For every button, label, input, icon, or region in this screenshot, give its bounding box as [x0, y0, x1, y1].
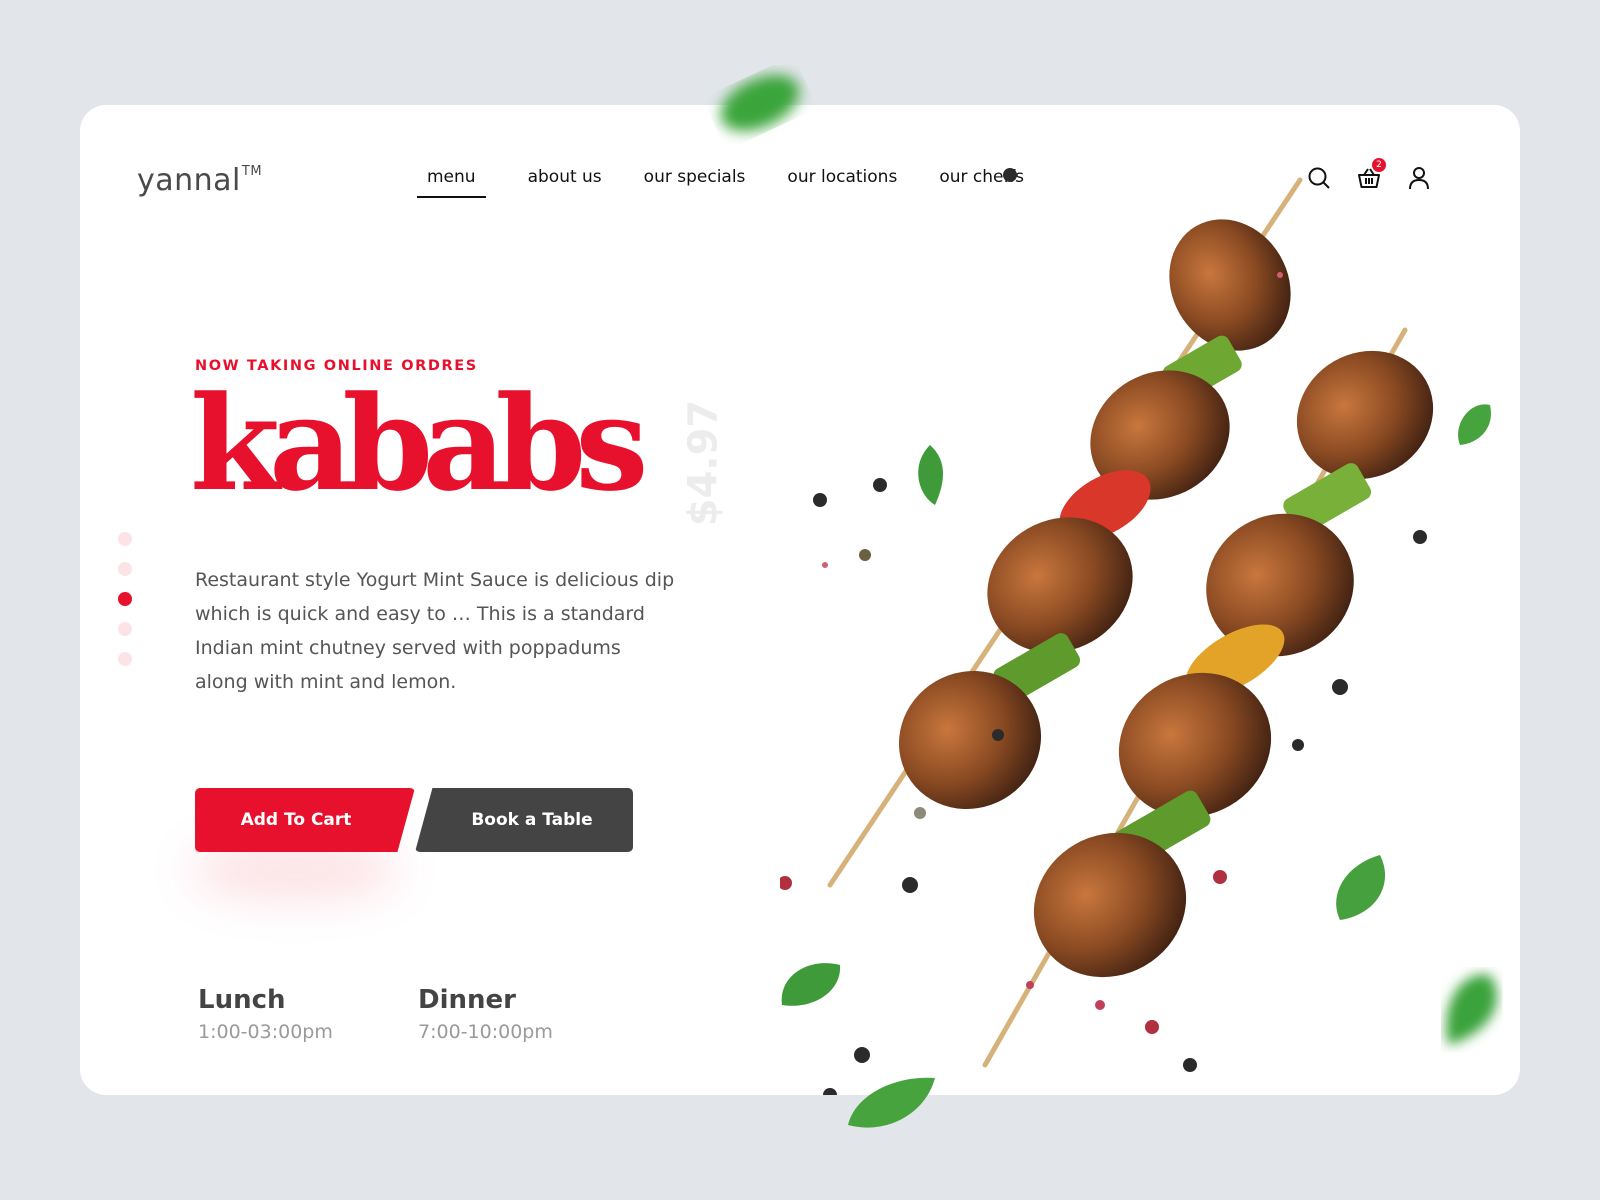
slider-dot-active[interactable]: [118, 592, 132, 606]
lunch-time: 1:00-03:00pm: [198, 1021, 333, 1043]
slider-dot[interactable]: [118, 622, 132, 636]
nav-item-about-us[interactable]: about us: [528, 167, 602, 194]
add-to-cart-button[interactable]: Add To Cart: [195, 788, 415, 852]
brand-name: yannal: [137, 163, 241, 198]
blurred-leaf-top: [720, 74, 800, 132]
slider-dot[interactable]: [118, 652, 132, 666]
trademark-mark: TM: [241, 164, 263, 179]
slider-dots: [118, 532, 132, 666]
nav-item-menu[interactable]: menu: [417, 167, 486, 198]
book-table-button[interactable]: Book a Table: [415, 788, 633, 852]
lunch-hours: Lunch 1:00-03:00pm: [198, 985, 333, 1043]
hero-description: Restaurant style Yogurt Mint Sauce is de…: [195, 569, 675, 693]
brand-logo[interactable]: yannalTM: [137, 163, 262, 198]
lunch-label: Lunch: [198, 985, 286, 1015]
price-label: $4.97: [680, 399, 727, 527]
nav-item-our-specials[interactable]: our specials: [644, 167, 746, 194]
dinner-hours: Dinner 7:00-10:00pm: [418, 985, 553, 1043]
slider-dot[interactable]: [118, 562, 132, 576]
mint-leaf-bottom: [848, 1077, 935, 1128]
dinner-label: Dinner: [418, 985, 516, 1015]
kabab-skewers-image: [780, 168, 1498, 1095]
hero-title: kababs: [190, 367, 649, 520]
hero-card: yannalTM menu about us our specials our …: [80, 105, 1520, 1095]
slider-dot[interactable]: [118, 532, 132, 546]
dinner-time: 7:00-10:00pm: [418, 1021, 553, 1043]
